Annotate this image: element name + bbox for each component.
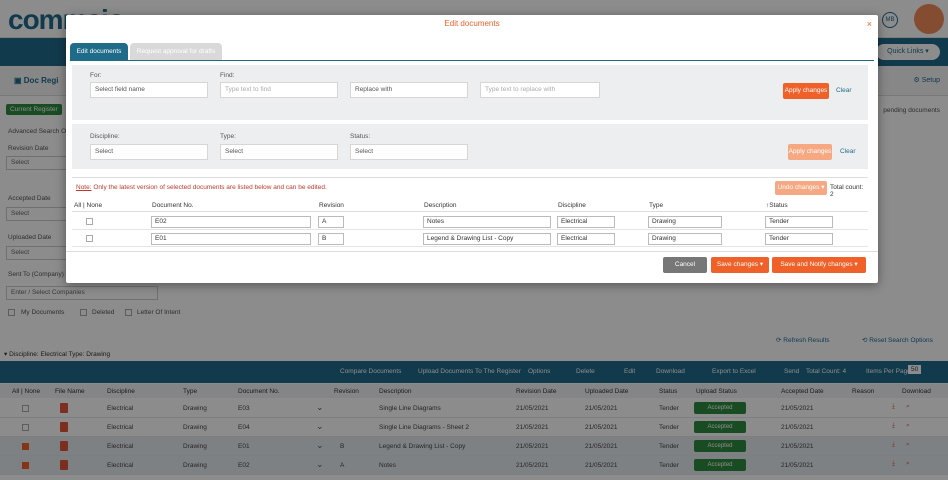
cancel-button[interactable]: Cancel — [663, 257, 707, 273]
undo-label: Undo changes — [777, 184, 820, 191]
col-description: Description — [424, 202, 457, 209]
clear-bulk-link[interactable]: Clear — [840, 148, 856, 155]
type-input[interactable]: Drawing — [648, 233, 722, 245]
tab-edit-documents[interactable]: Edit documents — [70, 43, 128, 60]
type-label: Type: — [220, 133, 236, 140]
status-input[interactable]: Tender — [765, 233, 833, 245]
tab-request-approval[interactable]: Request approval for drafts — [130, 43, 222, 60]
col-revision: Revision — [319, 202, 344, 209]
note-text: Note: Only the latest version of selecte… — [76, 184, 327, 191]
modal-title: Edit documents — [444, 19, 500, 28]
clear-find-link[interactable]: Clear — [836, 87, 852, 94]
field-name-select[interactable]: Select field name — [90, 82, 208, 98]
edit-documents-modal: Edit documents × Edit documents Request … — [66, 15, 878, 283]
doc-no-input[interactable]: E02 — [151, 216, 311, 228]
status-select[interactable]: Select — [350, 144, 468, 160]
save-notify-button[interactable]: Save and Notify changes ▾ — [772, 257, 866, 273]
close-icon[interactable]: × — [867, 19, 872, 29]
status-label: Status: — [350, 133, 371, 140]
description-input[interactable]: Notes — [423, 216, 551, 228]
save-label: Save changes — [716, 261, 759, 268]
for-label: For: — [90, 72, 102, 79]
description-input[interactable]: Legend & Drawing List - Copy — [423, 233, 551, 245]
tab-underline — [70, 60, 874, 61]
type-select[interactable]: Select — [220, 144, 338, 160]
save-changes-button[interactable]: Save changes ▾ — [711, 257, 769, 273]
select-all-none-link[interactable]: All | None — [74, 202, 102, 209]
edit-row: E02 A Notes Electrical Drawing Tender — [72, 214, 868, 230]
modal-total-count: Total count: 2 — [830, 184, 864, 198]
edit-row-checkbox[interactable] — [86, 235, 93, 242]
col-status-sort[interactable]: ↑Status — [766, 202, 788, 209]
note-prefix: Note: — [76, 184, 92, 191]
save-notify-label: Save and Notify changes — [780, 261, 853, 268]
col-discipline: Discipline — [558, 202, 586, 209]
edit-table-header: All | None Document No. Revision Descrip… — [72, 200, 868, 212]
discipline-input[interactable]: Electrical — [557, 233, 615, 245]
find-label: Find: — [220, 72, 235, 79]
replace-input[interactable]: Type text to replace with — [480, 82, 600, 98]
discipline-label: Discipline: — [90, 133, 120, 140]
doc-no-input[interactable]: E01 — [151, 233, 311, 245]
revision-input[interactable]: A — [318, 216, 344, 228]
col-document-no: Document No. — [152, 202, 194, 209]
footer-divider — [66, 251, 878, 252]
edit-row: E01 B Legend & Drawing List - Copy Electric… — [72, 231, 868, 247]
revision-input[interactable]: B — [318, 233, 344, 245]
edit-row-checkbox[interactable] — [86, 218, 93, 225]
note-body: Only the latest version of selected docu… — [91, 184, 327, 191]
apply-bulk-button[interactable]: Apply changes — [788, 144, 832, 160]
apply-changes-button[interactable]: Apply changes — [783, 83, 829, 99]
replace-with-select[interactable]: Replace with — [350, 82, 468, 98]
type-input[interactable]: Drawing — [648, 216, 722, 228]
discipline-input[interactable]: Electrical — [557, 216, 615, 228]
bulk-edit-panel: Discipline: Select Type: Select Status: … — [72, 124, 868, 169]
undo-changes-button[interactable]: Undo changes ▾ — [775, 181, 827, 195]
col-status-label: Status — [769, 202, 788, 209]
find-input[interactable]: Type text to find — [220, 82, 338, 98]
find-replace-panel: For: Select field name Find: Type text t… — [72, 65, 868, 120]
discipline-select[interactable]: Select — [90, 144, 208, 160]
col-type: Type — [649, 202, 664, 209]
status-input[interactable]: Tender — [765, 216, 833, 228]
